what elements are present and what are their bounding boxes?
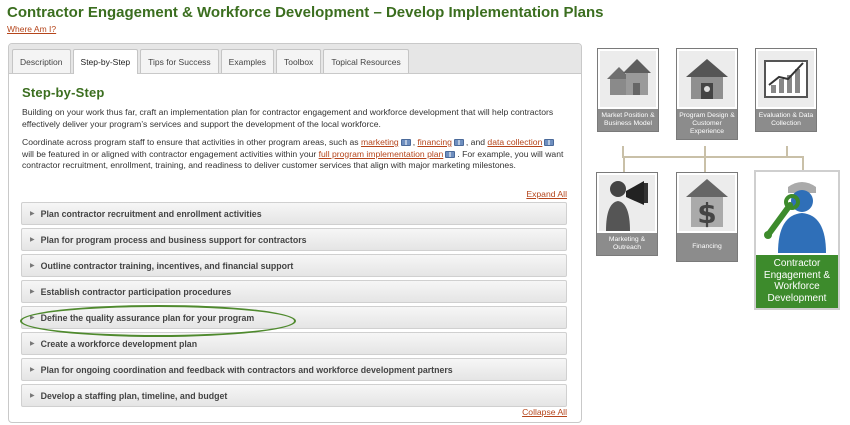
node-program-design[interactable]: Program Design & Customer Experience [676,48,738,140]
glossary-book-icon[interactable] [544,139,555,146]
node-caption: Market Position & Business Model [601,112,655,127]
accordion-item[interactable]: ▶ Create a workforce development plan [21,332,567,355]
tab-step-by-step[interactable]: Step-by-Step [72,49,139,74]
accordion-item[interactable]: ▶ Plan for program process and business s… [21,228,567,251]
triangle-right-icon: ▶ [30,211,35,217]
accordion-label: Plan for program process and business su… [40,234,307,245]
tab-topical-resources[interactable]: Topical Resources [323,49,409,73]
full-plan-link[interactable]: full program implementation plan [319,149,444,159]
accordion-label: Create a workforce development plan [40,338,198,349]
para2-text-3: , and [465,137,488,147]
market-houses-icon [598,49,658,109]
para2-text-1: Coordinate across program staff to ensur… [22,137,361,147]
accordion-item[interactable]: ▶ Outline contractor training, incentives… [21,254,567,277]
accordion-label: Define the quality assurance plan for yo… [40,312,255,323]
where-am-i-link[interactable]: Where Am I? [7,24,56,34]
accordion-item[interactable]: ▶ Establish contractor participation proc… [21,280,567,303]
intro-paragraph: Building on your work thus far, craft an… [22,107,554,129]
accordion-list: ▶ Plan contractor recruitment and enrollm… [21,202,567,410]
accordion-item[interactable]: ▶ Plan contractor recruitment and enrollm… [21,202,567,225]
chart-trend-icon [756,49,816,109]
data-collection-link[interactable]: data collection [487,137,542,147]
glossary-book-icon[interactable] [445,150,456,158]
node-evaluation[interactable]: Evaluation & Data Collection [755,48,817,132]
connector-line [786,146,788,157]
triangle-right-icon: ▶ [30,263,35,269]
node-market-position[interactable]: Market Position & Business Model [597,48,659,132]
node-contractor-engagement[interactable]: Contractor Engagement & Workforce Develo… [754,170,840,310]
svg-text:$: $ [697,197,716,230]
financing-link[interactable]: financing [418,137,452,147]
glossary-book-icon[interactable] [453,139,464,146]
tab-bar: Description Step-by-Step Tips for Succes… [9,44,581,74]
page-title: Contractor Engagement & Workforce Develo… [7,4,604,21]
tab-description[interactable]: Description [12,49,71,73]
node-caption: Contractor Engagement & Workforce Develo… [763,258,831,304]
dollar-house-icon: $ [677,173,737,233]
glossary-book-icon[interactable] [400,139,411,146]
accordion-label: Outline contractor training, incentives,… [40,260,294,271]
tab-content: Step-by-Step Building on your work thus … [9,85,581,172]
accordion-label: Plan for ongoing coordination and feedba… [40,364,453,375]
coordination-paragraph: Coordinate across program staff to ensur… [22,137,567,172]
collapse-all-link[interactable]: Collapse All [522,407,567,417]
accordion-item[interactable]: ▶ Develop a staffing plan, timeline, and … [21,384,567,407]
megaphone-person-icon [597,173,657,233]
accordion-item[interactable]: ▶ Define the quality assurance plan for y… [21,306,567,329]
tab-tips-for-success[interactable]: Tips for Success [140,49,219,73]
tab-toolbox[interactable]: Toolbox [276,49,322,73]
node-caption: Evaluation & Data Collection [758,112,814,127]
node-caption: Program Design & Customer Experience [679,112,735,135]
node-financing[interactable]: $ Financing [676,172,738,262]
node-caption: Marketing & Outreach [608,236,646,251]
triangle-right-icon: ▶ [30,237,35,243]
triangle-right-icon: ▶ [30,367,35,373]
house-design-icon [677,49,737,109]
expand-all-link[interactable]: Expand All [526,189,567,199]
triangle-right-icon: ▶ [30,341,35,347]
section-heading: Step-by-Step [22,85,105,100]
content-panel: Description Step-by-Step Tips for Succes… [8,43,582,423]
accordion-label: Plan contractor recruitment and enrollme… [40,208,262,219]
connector-line [704,146,706,172]
marketing-link[interactable]: marketing [361,137,399,147]
accordion-item[interactable]: ▶ Plan for ongoing coordination and feedb… [21,358,567,381]
triangle-right-icon: ▶ [30,289,35,295]
accordion-label: Establish contractor participation proce… [40,286,232,297]
tab-examples[interactable]: Examples [220,49,274,73]
program-components-diagram: Market Position & Business Model Program… [592,46,848,316]
accordion-label: Develop a staffing plan, timeline, and b… [40,390,228,401]
node-caption: Financing [692,243,722,250]
para2-text-4: will be featured in or aligned with cont… [22,148,319,159]
triangle-right-icon: ▶ [30,315,35,321]
contractor-wrench-icon [756,172,838,255]
connector-line [622,156,802,158]
connector-line [623,156,625,172]
triangle-right-icon: ▶ [30,393,35,399]
node-marketing[interactable]: Marketing & Outreach [596,172,658,256]
